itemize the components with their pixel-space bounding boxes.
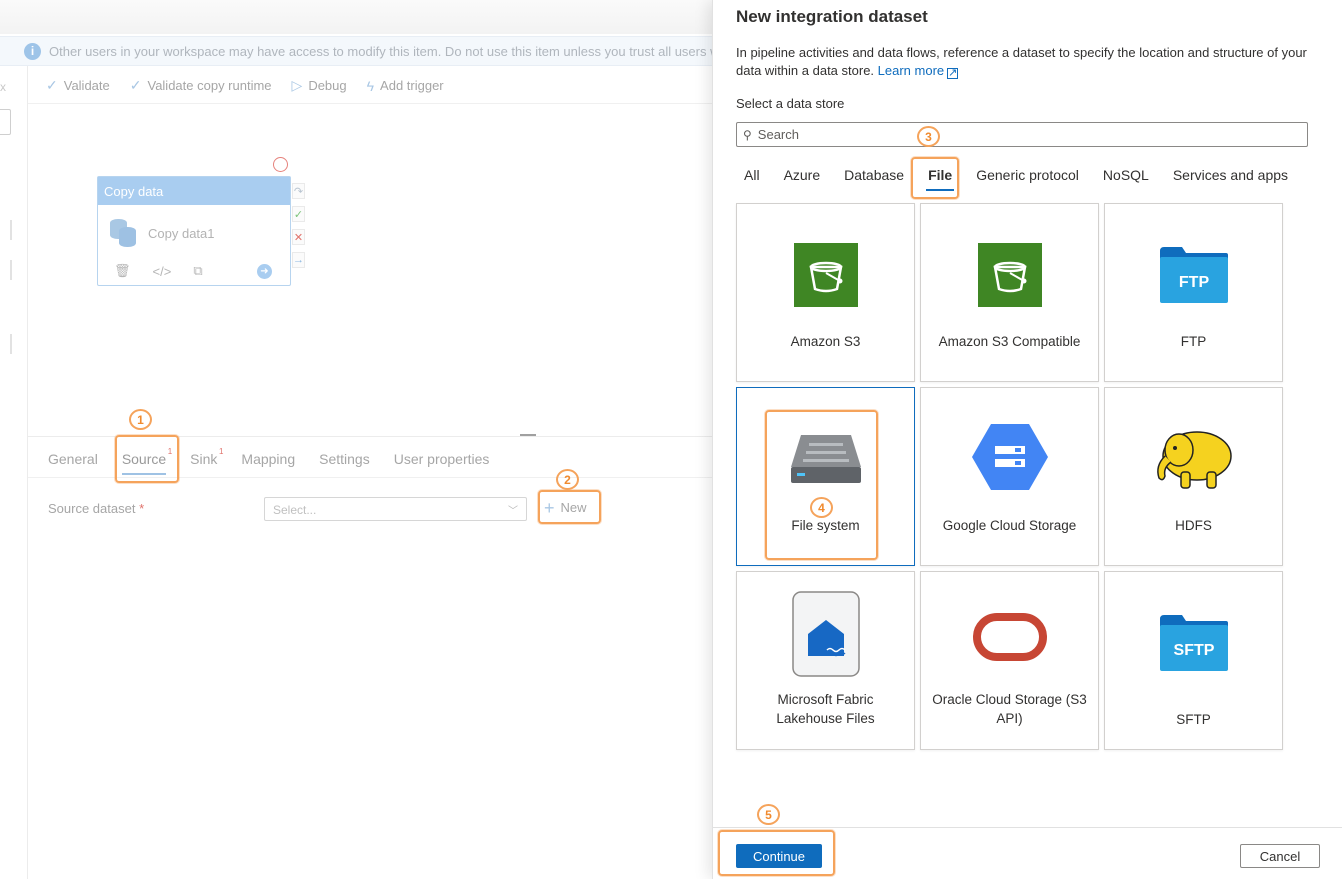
completion-connector-icon[interactable]: → — [292, 252, 305, 268]
source-dataset-select[interactable]: Select... ﹀ — [264, 497, 527, 521]
rail-handle[interactable] — [0, 260, 12, 280]
copy-data-activity[interactable]: Copy data Copy data1 🗑 </> ⧉ ➜ — [97, 176, 291, 286]
rail-handle[interactable] — [0, 220, 12, 240]
chevron-down-icon: ﹀ — [508, 506, 518, 517]
tile-label: FTP — [1180, 334, 1207, 349]
activity-properties-panel: General Source 1 Sink 1 Mapping Settings U… — [28, 436, 712, 879]
skip-connector-icon[interactable]: ↷ — [292, 183, 305, 199]
pipeline-editor-background: i Other users in your workspace may have… — [0, 0, 712, 879]
tile-label: Google Cloud Storage — [942, 518, 1077, 533]
tile-sftp[interactable]: SFTP SFTP — [1104, 571, 1283, 750]
tile-label: SFTP — [1176, 712, 1211, 727]
lightning-icon: ϟ — [366, 77, 375, 94]
copy-data-icon — [110, 219, 136, 247]
top-strip — [0, 0, 712, 34]
tab-nosql[interactable]: NoSQL — [1091, 167, 1161, 193]
tab-general[interactable]: General — [48, 451, 98, 475]
info-bar-text: Other users in your workspace may have a… — [49, 43, 712, 59]
ftp-folder-icon: FTP — [1157, 242, 1231, 308]
activity-connectors: ↷ ✓ ✕ → — [292, 183, 305, 268]
tab-mapping[interactable]: Mapping — [241, 451, 295, 475]
oracle-icon — [972, 612, 1048, 662]
continue-button[interactable]: Continue — [736, 844, 822, 868]
tab-user-properties[interactable]: User properties — [394, 451, 490, 475]
tab-sink[interactable]: Sink 1 — [190, 447, 223, 475]
properties-tabs: General Source 1 Sink 1 Mapping Settings U… — [48, 447, 490, 475]
fabric-lakehouse-icon — [791, 590, 861, 678]
tab-database[interactable]: Database — [832, 167, 916, 193]
tabs-divider — [28, 477, 712, 478]
success-connector-icon[interactable]: ✓ — [292, 206, 305, 222]
pipeline-toolbar: ✓ Validate ✓ Validate copy runtime ▷ Deb… — [28, 68, 712, 104]
source-dataset-label: Source dataset * — [48, 501, 145, 516]
add-trigger-button[interactable]: ϟ Add trigger — [367, 78, 444, 94]
tab-services-and-apps[interactable]: Services and apps — [1161, 167, 1300, 193]
sftp-folder-icon: SFTP — [1157, 610, 1231, 676]
tile-ftp[interactable]: FTP FTP — [1104, 203, 1283, 382]
tile-label: Microsoft Fabric Lakehouse Files — [776, 692, 875, 726]
amazon-s3-compatible-icon — [977, 242, 1043, 308]
tab-azure[interactable]: Azure — [772, 167, 833, 193]
check-icon: ✓ — [46, 77, 58, 93]
rail-handle[interactable] — [0, 334, 12, 354]
category-tabs: All Azure Database File Generic protocol… — [744, 167, 1300, 193]
info-icon: i — [24, 42, 41, 60]
check-icon: ✓ — [129, 77, 142, 93]
arrow-right-icon[interactable]: ➜ — [257, 263, 272, 279]
hadoop-elephant-icon — [1151, 424, 1237, 494]
google-cloud-storage-icon — [971, 422, 1049, 492]
svg-text:SFTP: SFTP — [1173, 642, 1214, 659]
code-icon[interactable]: </> — [153, 264, 172, 279]
left-rail: x — [0, 66, 28, 879]
data-store-grid: Amazon S3 Amazon S3 Compatible FTP FTP F… — [736, 203, 1283, 750]
tab-generic-protocol[interactable]: Generic protocol — [964, 167, 1091, 193]
new-dataset-panel: New integration dataset In pipeline acti… — [712, 0, 1342, 879]
tab-all[interactable]: All — [744, 167, 772, 193]
tab-file[interactable]: File — [916, 167, 964, 193]
svg-text:FTP: FTP — [1178, 274, 1209, 291]
search-icon: ⚲ — [743, 127, 752, 142]
rail-input-box[interactable] — [0, 109, 11, 135]
amazon-s3-icon — [793, 242, 859, 308]
tile-amazon-s3[interactable]: Amazon S3 — [736, 203, 915, 382]
trash-icon[interactable]: 🗑 — [114, 263, 131, 279]
info-bar: i Other users in your workspace may have… — [0, 36, 712, 66]
panel-description: In pipeline activities and data flows, r… — [736, 45, 1307, 79]
tile-oracle-cloud-storage[interactable]: Oracle Cloud Storage (S3 API) — [920, 571, 1099, 750]
tile-fabric-lakehouse-files[interactable]: Microsoft Fabric Lakehouse Files — [736, 571, 915, 750]
tile-label: HDFS — [1175, 518, 1212, 533]
activity-name: Copy data1 — [148, 225, 215, 241]
tab-source[interactable]: Source 1 — [121, 447, 172, 475]
tile-label: Amazon S3 — [790, 334, 861, 349]
tile-hdfs[interactable]: HDFS — [1104, 387, 1283, 566]
validate-button[interactable]: ✓ Validate — [46, 77, 110, 94]
tile-file-system[interactable]: File system — [736, 387, 915, 566]
tile-label: File system — [791, 518, 860, 533]
select-store-label: Select a data store — [736, 96, 845, 111]
validate-runtime-button[interactable]: ✓ Validate copy runtime — [130, 77, 272, 94]
external-link-icon: ↗ — [947, 67, 959, 79]
tile-google-cloud-storage[interactable]: Google Cloud Storage — [920, 387, 1099, 566]
search-input[interactable]: ⚲ Search — [736, 122, 1308, 147]
activity-header: Copy data — [98, 177, 290, 205]
panel-footer: Continue Cancel — [713, 827, 1342, 879]
learn-more-link[interactable]: Learn more ↗ — [878, 63, 959, 79]
rail-close-glyph[interactable]: x — [0, 80, 6, 94]
plus-icon: + — [544, 497, 555, 518]
panel-title: New integration dataset — [736, 7, 928, 26]
tile-label: Oracle Cloud Storage (S3 API) — [932, 692, 1087, 726]
tile-amazon-s3-compatible[interactable]: Amazon S3 Compatible — [920, 203, 1099, 382]
copy-icon[interactable]: ⧉ — [193, 263, 202, 279]
tile-label: Amazon S3 Compatible — [938, 334, 1081, 349]
play-icon: ▷ — [291, 77, 303, 93]
canvas-error-indicator — [273, 157, 288, 172]
tab-settings[interactable]: Settings — [319, 451, 370, 475]
debug-button[interactable]: ▷ Debug — [292, 77, 347, 94]
cancel-button[interactable]: Cancel — [1240, 844, 1320, 868]
file-system-icon — [788, 426, 864, 492]
new-dataset-button[interactable]: + New — [544, 497, 587, 518]
failure-connector-icon[interactable]: ✕ — [292, 229, 305, 245]
